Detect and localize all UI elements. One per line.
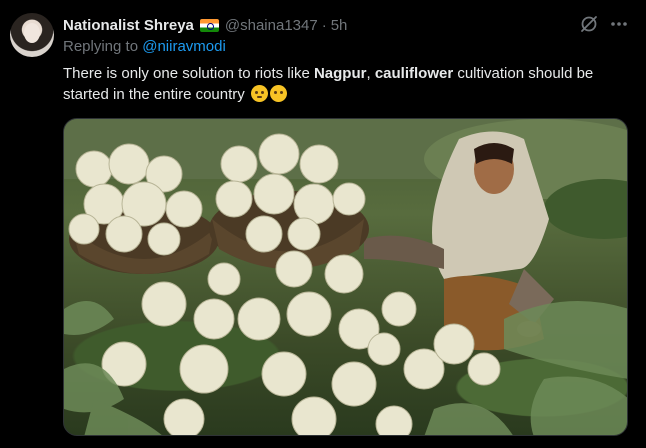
author-avatar[interactable] [10, 13, 54, 57]
tweet-text-part: , [366, 65, 375, 82]
tweet-text-bold-cauliflower: cauliflower [374, 65, 454, 82]
tweet-media-image[interactable] [63, 118, 628, 436]
author-display-name[interactable]: Nationalist Shreya [63, 17, 194, 34]
cauliflower-heads [68, 133, 501, 435]
pleading-face-emoji [250, 85, 268, 102]
replying-to-line: Replying to @niiravmodi [63, 38, 226, 55]
more-options-icon[interactable] [608, 13, 630, 35]
grok-icon[interactable] [578, 13, 600, 35]
replying-to-mention[interactable]: @niiravmodi [142, 38, 226, 55]
india-flag-icon [199, 18, 219, 32]
tweet-timestamp[interactable]: 5h [331, 17, 348, 34]
no-mouth-face-emoji [269, 85, 287, 102]
tweet-text-bold-nagpur: Nagpur [313, 65, 367, 82]
separator-dot: · [321, 16, 327, 34]
cauliflower-field-photo [64, 119, 627, 435]
replying-prefix: Replying to [63, 38, 139, 55]
tweet-text-part: There is only one solution to riots like [63, 65, 314, 82]
author-handle[interactable]: @shaina1347 [225, 17, 318, 34]
tweet-text: There is only one solution to riots like… [63, 63, 623, 105]
tweet-header: Nationalist Shreya @shaina1347 · 5h [63, 15, 347, 35]
